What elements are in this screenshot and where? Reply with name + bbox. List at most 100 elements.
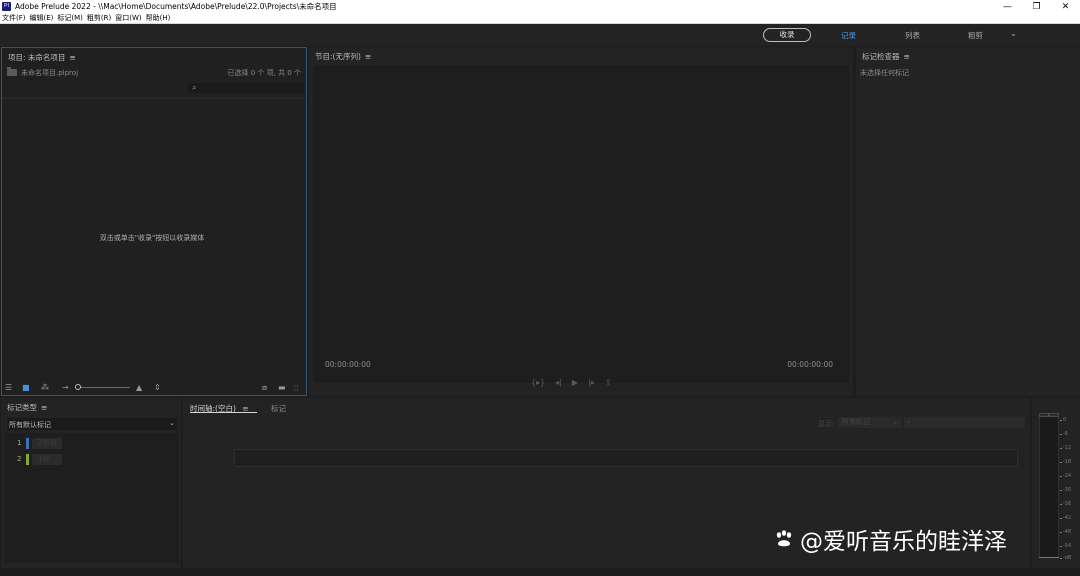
play-icon[interactable]: ▶: [572, 378, 578, 390]
marker-inspector-menu-icon[interactable]: ≡: [904, 52, 910, 61]
export-frame-icon[interactable]: ⇪: [605, 378, 612, 390]
step-back-frame-icon[interactable]: {▸}: [531, 378, 545, 390]
zoom-out-icon[interactable]: →: [62, 383, 69, 392]
menu-marker[interactable]: 标记(M): [55, 13, 85, 23]
marker-type-menu-icon[interactable]: ≡: [41, 403, 47, 412]
marker-type-button[interactable]: 注释: [32, 454, 62, 465]
marker-type-number: 1: [17, 439, 22, 447]
watermark-text: @爱听音乐的眭洋泽: [800, 529, 1007, 555]
audio-meter-panel: 0 -6 -12 -18 -24 -30 -36 -42 -48 -54 -dB: [1032, 398, 1080, 568]
timeline-search-input[interactable]: ⌕: [904, 417, 1025, 428]
window-title: Adobe Prelude 2022 - \\Mac\Home\Document…: [15, 2, 337, 11]
minimize-button[interactable]: —: [993, 0, 1022, 13]
peak-indicator-left[interactable]: [1039, 413, 1049, 417]
meter-scale-label: -42: [1059, 515, 1072, 521]
meter-scale-label: -48: [1059, 529, 1072, 535]
project-file-row: 未命名项目.plproj 已选择 0 个 项, 共 0 个: [5, 67, 305, 80]
menu-file[interactable]: 文件(F): [0, 13, 28, 23]
project-panel-title: 项目: 未命名项目: [8, 53, 66, 62]
project-panel-footer: ☰ ■ ⁂ → ▲ ⇕ ⧈ ▬ ▯: [2, 381, 306, 395]
project-panel-menu-icon[interactable]: ≡: [69, 53, 75, 62]
chevron-down-icon: ⌄: [892, 418, 898, 426]
marker-inspector-header: 标记检查器 ≡: [856, 47, 1080, 63]
marker-type-title: 标记类型: [7, 403, 37, 412]
title-bar: Pl Adobe Prelude 2022 - \\Mac\Home\Docum…: [0, 0, 1080, 13]
show-filter-label: 显示:: [818, 420, 835, 428]
meter-scale-label: -dB: [1059, 555, 1072, 561]
zoom-slider-handle[interactable]: [75, 384, 81, 390]
tab-markers[interactable]: 标记: [271, 403, 286, 414]
divider: [2, 98, 306, 99]
empty-project-hint: 双击或单击"收录"按钮以收录媒体: [99, 234, 205, 242]
next-marker-icon[interactable]: |▸: [588, 378, 595, 390]
trash-icon[interactable]: ▯: [294, 383, 298, 392]
menu-bar: 文件(F) 编辑(E) 标记(M) 粗剪(R) 窗口(W) 帮助(H): [0, 13, 1080, 24]
workspace-ingest-button[interactable]: 收录: [763, 28, 811, 42]
freeform-view-icon[interactable]: ⁂: [41, 383, 49, 392]
marker-type-number: 2: [17, 455, 22, 463]
meter-scale-label: -12: [1059, 445, 1072, 451]
paw-logo-icon: [774, 530, 800, 548]
restore-button[interactable]: ❐: [1022, 0, 1051, 13]
menu-rough-cut[interactable]: 粗剪(R): [85, 13, 113, 23]
audio-level-fill: [1039, 557, 1059, 558]
audio-level-meter: [1039, 415, 1059, 558]
project-search-input[interactable]: [188, 83, 304, 93]
marker-inspector-panel: 标记检查器 ≡ 未选择任何标记: [856, 47, 1080, 396]
sort-order-icon[interactable]: ⇕: [154, 383, 161, 392]
prelude-app-icon: Pl: [2, 2, 11, 11]
watermark: @爱听音乐的眭洋泽: [774, 522, 1007, 556]
project-file-name: 未命名项目.plproj: [21, 69, 79, 77]
marker-inspector-empty-text: 未选择任何标记: [860, 69, 909, 77]
icon-view-icon[interactable]: ■: [22, 383, 30, 392]
chevron-down-icon: ⌄: [169, 419, 175, 427]
program-panel-title: 节目:(无序列): [315, 52, 361, 61]
meter-scale-label: 0: [1059, 417, 1067, 423]
marker-color-swatch: [26, 438, 29, 449]
show-filter-value: 所有标记: [842, 418, 870, 426]
marker-inspector-title: 标记检查器: [862, 52, 900, 61]
program-monitor-panel: 节目:(无序列) ≡ 00:00:00:00 00:00:00:00 {▸} ◂|…: [309, 47, 853, 396]
workspace-bar: 收录 记录 列表 粗剪 ⌄: [0, 24, 1080, 46]
marker-type-panel: 标记类型 ≡ 所有默认标记 ⌄ 1 子剪辑 2 注释: [1, 398, 181, 568]
prev-marker-icon[interactable]: ◂|: [555, 378, 562, 390]
program-video-area: 00:00:00:00 00:00:00:00: [313, 65, 849, 383]
search-icon: ⌕: [192, 83, 197, 92]
show-filter-dropdown[interactable]: 所有标记 ⌄: [838, 417, 901, 428]
menu-edit[interactable]: 编辑(E): [28, 13, 56, 23]
marker-color-swatch: [26, 454, 29, 465]
transport-controls: {▸} ◂| ▶ |▸ ⇪: [531, 378, 612, 390]
program-panel-menu-icon[interactable]: ≡: [365, 52, 371, 61]
selection-status: 已选择 0 个 项, 共 0 个: [227, 69, 301, 77]
meter-scale-label: -30: [1059, 487, 1072, 493]
peak-indicator-right[interactable]: [1049, 413, 1059, 417]
project-panel: 项目: 未命名项目 ≡ 未命名项目.plproj 已选择 0 个 项, 共 0 个…: [1, 47, 307, 396]
meter-scale-label: -24: [1059, 473, 1072, 479]
folder-icon: [7, 67, 17, 76]
marker-set-dropdown-label: 所有默认标记: [9, 421, 51, 429]
marker-type-list: 1 子剪辑 2 注释: [5, 433, 179, 563]
zoom-slider-track[interactable]: [78, 387, 130, 388]
marker-type-button[interactable]: 子剪辑: [32, 438, 62, 449]
new-rough-cut-icon[interactable]: ⧈: [262, 383, 267, 393]
timeline-track[interactable]: [234, 449, 1018, 467]
timecode-duration: 00:00:00:00: [787, 360, 833, 369]
meter-scale-label: -18: [1059, 459, 1072, 465]
mountains-icon[interactable]: ▲: [136, 383, 142, 392]
timecode-current[interactable]: 00:00:00:00: [325, 360, 371, 369]
workspace-tab-list[interactable]: 列表: [905, 30, 920, 41]
active-tab-indicator: [190, 412, 257, 413]
close-button[interactable]: ✕: [1051, 0, 1080, 13]
program-panel-header: 节目:(无序列) ≡: [309, 47, 853, 63]
meter-scale-label: -54: [1059, 543, 1072, 549]
workspace-tab-log[interactable]: 记录: [841, 30, 856, 41]
meter-scale-label: -36: [1059, 501, 1072, 507]
list-view-icon[interactable]: ☰: [5, 383, 12, 392]
workspace-tab-rough-cut[interactable]: 粗剪: [968, 30, 983, 41]
workspace-more-chevron-icon[interactable]: ⌄: [1010, 29, 1017, 38]
marker-set-dropdown[interactable]: 所有默认标记 ⌄: [7, 418, 177, 430]
menu-window[interactable]: 窗口(W): [113, 13, 143, 23]
menu-help[interactable]: 帮助(H): [144, 13, 173, 23]
meter-scale-label: -6: [1060, 431, 1068, 437]
new-bin-icon[interactable]: ▬: [278, 383, 286, 392]
